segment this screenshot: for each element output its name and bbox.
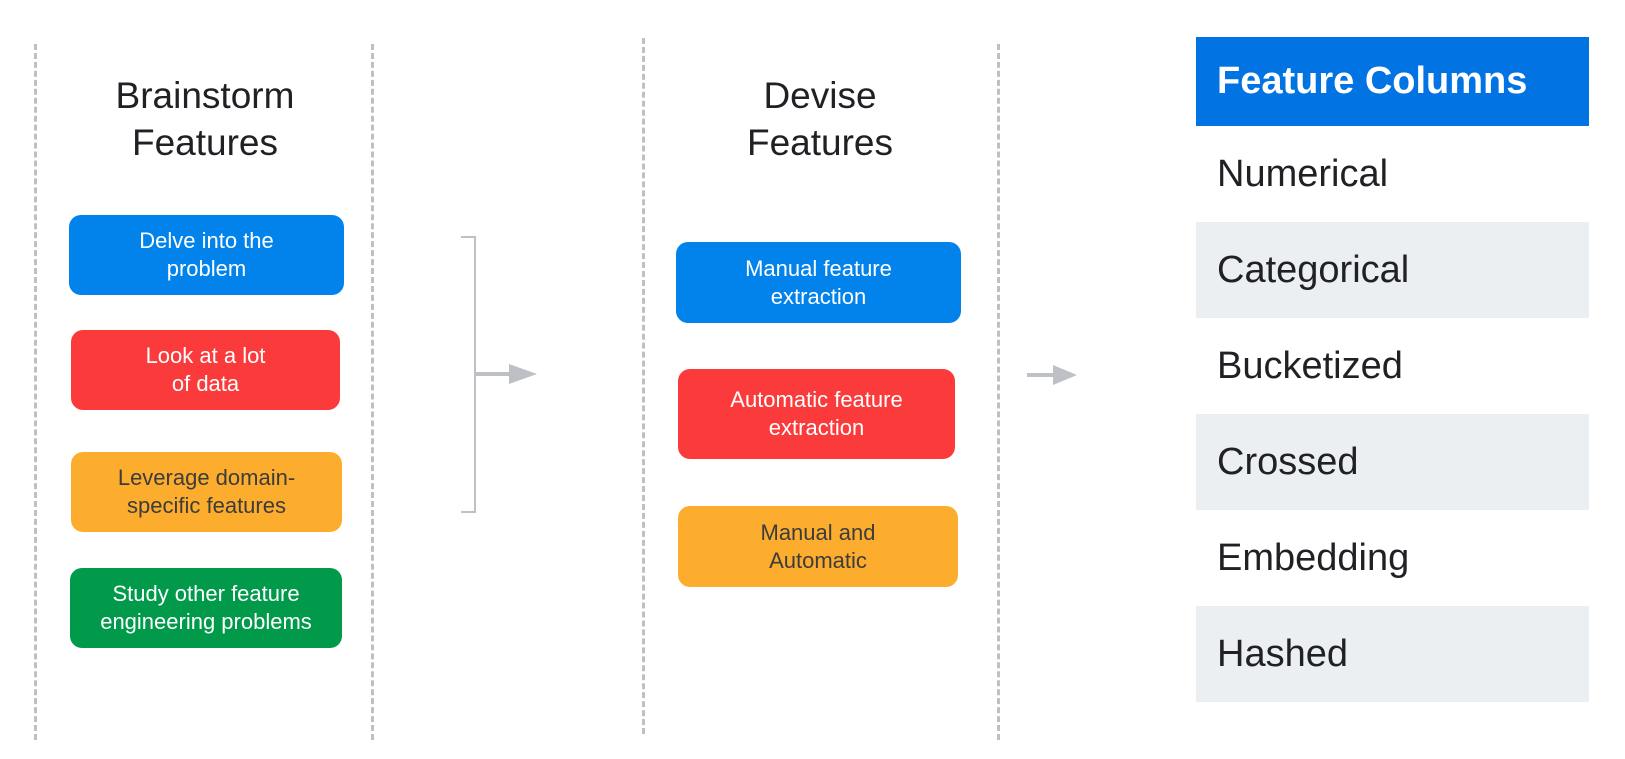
devise-item-manual-and-automatic: Manual and Automatic bbox=[678, 506, 958, 587]
brainstorm-item-domain-specific: Leverage domain- specific features bbox=[71, 452, 342, 532]
bracket-arrow-connector bbox=[461, 236, 537, 513]
box-text-line1: Manual and bbox=[760, 519, 876, 545]
feature-columns-header: Feature Columns bbox=[1196, 37, 1589, 126]
brainstorm-heading: Brainstorm Features bbox=[70, 72, 340, 166]
box-text-line1: Leverage domain- bbox=[117, 465, 296, 490]
box-text-line1: Delve into the bbox=[139, 228, 274, 253]
devise-heading: Devise Features bbox=[685, 72, 955, 166]
feature-column-bucketized: Bucketized bbox=[1217, 344, 1403, 387]
box-text-line1: Automatic feature bbox=[730, 387, 903, 412]
divider-brainstorm-right bbox=[371, 44, 374, 740]
devise-item-manual: Manual feature extraction bbox=[676, 242, 961, 323]
brainstorm-item-study-other: Study other feature engineering problems bbox=[70, 568, 342, 648]
box-text-line2: problem bbox=[166, 256, 247, 281]
feature-column-crossed: Crossed bbox=[1196, 414, 1589, 510]
bracket-icon bbox=[461, 236, 476, 513]
box-text-line1: Look at a lot bbox=[145, 343, 266, 368]
divider-brainstorm-left bbox=[34, 44, 37, 740]
box-text-line2: extraction bbox=[768, 415, 865, 440]
brainstorm-heading-line2: Features bbox=[131, 122, 278, 163]
devise-heading-line1: Devise bbox=[763, 75, 877, 116]
feature-column-numerical: Numerical bbox=[1217, 152, 1389, 195]
brainstorm-item-look-at-data: Look at a lot of data bbox=[71, 330, 340, 410]
devise-heading-line2: Features bbox=[746, 122, 893, 163]
arrow-head-icon bbox=[1053, 365, 1077, 385]
divider-devise-right bbox=[997, 44, 1000, 740]
brainstorm-heading-line1: Brainstorm bbox=[115, 75, 295, 116]
feature-column-categorical: Categorical bbox=[1196, 222, 1589, 318]
devise-item-automatic: Automatic feature extraction bbox=[678, 369, 955, 459]
box-text-line1: Manual feature bbox=[745, 255, 892, 281]
divider-devise-left bbox=[642, 38, 645, 734]
box-text-line2: extraction bbox=[770, 283, 867, 309]
arrow-head-icon bbox=[509, 364, 537, 384]
box-text-line2: specific features bbox=[127, 493, 286, 518]
arrow-to-feature-columns bbox=[1027, 365, 1077, 385]
feature-column-embedding: Embedding bbox=[1217, 536, 1410, 579]
feature-column-hashed: Hashed bbox=[1196, 606, 1589, 702]
box-text-line1: Study other feature bbox=[112, 581, 300, 606]
box-text-line2: of data bbox=[171, 371, 240, 396]
box-text-line2: Automatic bbox=[769, 547, 867, 573]
brainstorm-item-delve: Delve into the problem bbox=[69, 215, 344, 295]
box-text-line2: engineering problems bbox=[100, 609, 312, 634]
